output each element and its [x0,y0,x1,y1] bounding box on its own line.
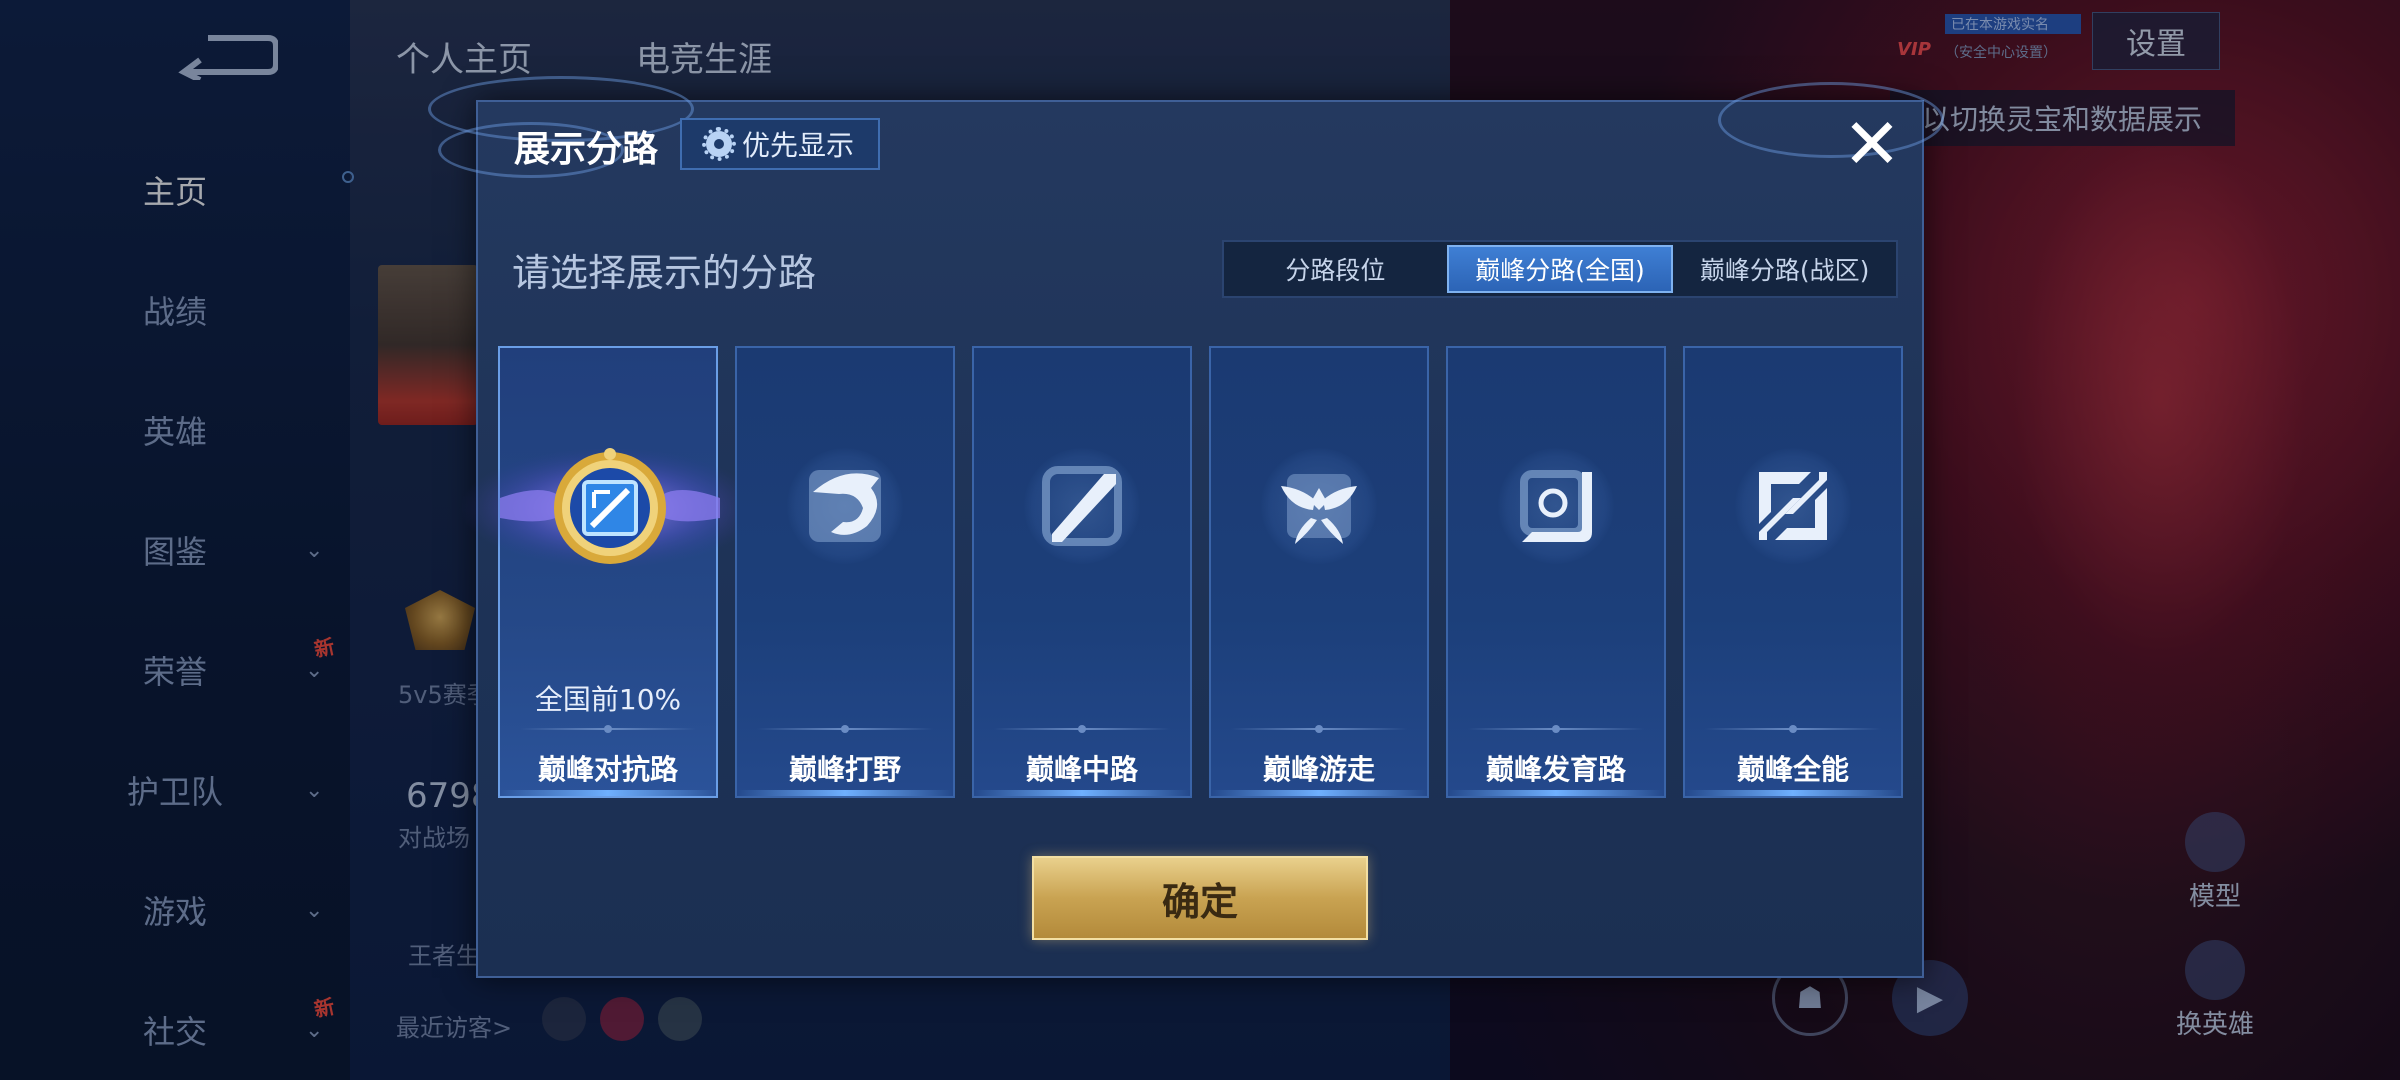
lane-rank-text: 全国前10% [534,683,682,716]
clash-lane-icon [460,448,760,568]
lane-display-dialog: 展示分路 优先显示 ✕ 请选择展示的分路 分路段位 巅峰分路(全国) 巅峰分路(… [428,76,1944,978]
priority-display-button[interactable]: 优先显示 [680,118,880,170]
jungle-dragon-icon [787,448,903,564]
lane-name: 巅峰游走 [1262,753,1375,786]
card-glow [1685,790,1901,796]
card-divider [1231,725,1407,733]
lane-name: 巅峰全能 [1736,753,1849,786]
lane-name: 巅峰打野 [788,753,901,786]
farm-lane-icon [1498,448,1614,564]
card-glow [1448,790,1664,796]
lane-card-allround[interactable]: 巅峰全能 [1683,346,1903,798]
mid-lane-icon [1024,448,1140,564]
lane-card-farm[interactable]: 巅峰发育路 [1446,346,1666,798]
card-glow [737,790,953,796]
lane-name: 巅峰发育路 [1485,753,1626,786]
close-button[interactable]: ✕ [1836,108,1908,180]
tab-peak-national[interactable]: 巅峰分路(全国) [1446,245,1674,293]
card-divider [1468,725,1644,733]
lane-card-mid[interactable]: 巅峰中路 [972,346,1192,798]
lane-source-tabs: 分路段位 巅峰分路(全国) 巅峰分路(战区) [1222,240,1898,298]
card-divider [757,725,933,733]
roam-wings-icon [1261,448,1377,564]
decorative-swirl [1718,82,1944,158]
priority-label: 优先显示 [741,129,854,162]
confirm-label: 确定 [1161,879,1238,924]
card-glow [974,790,1190,796]
lane-name: 巅峰对抗路 [537,753,678,786]
dialog-title: 展示分路 [514,129,659,170]
gear-icon [701,127,736,161]
all-round-icon [1735,448,1851,564]
confirm-button[interactable]: 确定 [1032,856,1368,940]
lane-card-list: 全国前10% 巅峰对抗路 巅峰打野 巅峰中路 巅峰游走 巅峰发育路 巅峰全能 [460,346,1906,798]
card-glow [500,790,716,796]
lane-card-jungle[interactable]: 巅峰打野 [735,346,955,798]
lane-card-roam[interactable]: 巅峰游走 [1209,346,1429,798]
lane-name: 巅峰中路 [1025,753,1138,786]
card-divider [994,725,1170,733]
tab-lane-rank[interactable]: 分路段位 [1224,242,1447,296]
lane-card-clash[interactable]: 全国前10% 巅峰对抗路 [460,346,760,798]
dialog-subtitle: 请选择展示的分路 [512,251,817,295]
tab-peak-region[interactable]: 巅峰分路(战区) [1673,242,1896,296]
card-divider [1705,725,1881,733]
card-divider [520,725,696,733]
card-glow [1211,790,1427,796]
